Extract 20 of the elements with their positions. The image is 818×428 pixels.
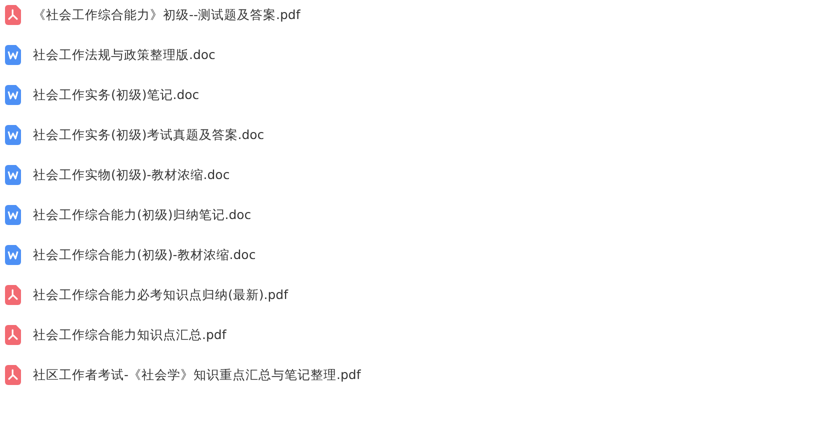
pdf-icon <box>5 365 21 385</box>
pdf-icon <box>5 5 21 25</box>
file-name[interactable]: 社区工作者考试-《社会学》知识重点汇总与笔记整理.pdf <box>33 366 361 384</box>
file-name[interactable]: 社会工作实务(初级)笔记.doc <box>33 86 200 104</box>
document-icon <box>5 125 21 145</box>
file-name[interactable]: 社会工作法规与政策整理版.doc <box>33 46 216 64</box>
file-name[interactable]: 社会工作综合能力必考知识点归纳(最新).pdf <box>33 286 288 304</box>
file-name[interactable]: 社会工作综合能力(初级)归纳笔记.doc <box>33 206 252 224</box>
document-icon <box>5 45 21 65</box>
pdf-icon <box>5 325 21 345</box>
document-icon <box>5 245 21 265</box>
pdf-icon <box>5 285 21 305</box>
file-name[interactable]: 社会工作实物(初级)-教材浓缩.doc <box>33 166 230 184</box>
file-name[interactable]: 《社会工作综合能力》初级--测试题及答案.pdf <box>33 6 300 24</box>
file-name[interactable]: 社会工作综合能力(初级)-教材浓缩.doc <box>33 246 256 264</box>
file-name[interactable]: 社会工作实务(初级)考试真题及答案.doc <box>33 126 264 144</box>
file-name[interactable]: 社会工作综合能力知识点汇总.pdf <box>33 326 226 344</box>
document-icon <box>5 85 21 105</box>
document-icon <box>5 205 21 225</box>
document-icon <box>5 165 21 185</box>
